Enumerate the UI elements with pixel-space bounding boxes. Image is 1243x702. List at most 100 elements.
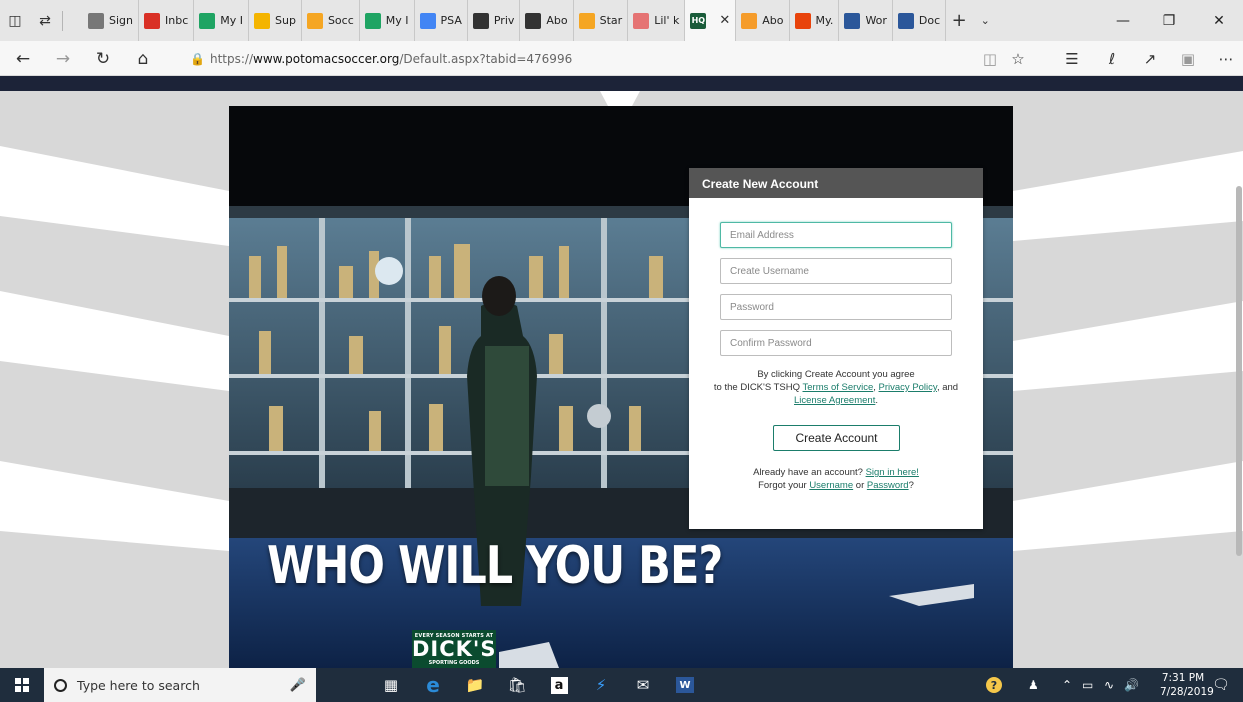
and-text: , and (936, 382, 959, 393)
set-aside-tabs-icon[interactable]: ⇄ (30, 0, 60, 41)
tab-strip-separator (62, 10, 63, 31)
microphone-icon[interactable]: 🎤 (290, 678, 306, 693)
tab-dropdown-icon[interactable]: ⌄ (972, 0, 998, 41)
restore-window-icon[interactable]: ❐ (1146, 0, 1192, 41)
more-icon[interactable]: ⋯ (1210, 41, 1242, 76)
browser-tab[interactable]: Sign (83, 0, 139, 41)
browser-tab[interactable]: Abo (736, 0, 790, 41)
tab-label: Wor (865, 14, 887, 27)
hero-headline: WHO WILL YOU BE? (267, 536, 723, 596)
docs-icon (419, 12, 436, 29)
gmail-icon (144, 12, 160, 29)
url-scheme: https:// (210, 51, 254, 66)
privacy-link[interactable]: Privacy Policy (879, 382, 937, 393)
cortana-icon (54, 678, 67, 692)
browser-tab[interactable]: Abo (520, 0, 574, 41)
extension-icon[interactable]: ▣ (1172, 41, 1204, 76)
page-icon (88, 12, 104, 29)
tab-label: My I (220, 14, 243, 27)
close-window-icon[interactable]: ✕ (1196, 0, 1242, 41)
amazon-icon[interactable]: a (540, 668, 578, 702)
search-placeholder: Type here to search (77, 677, 200, 693)
url-host: www.potomacsoccer.org (253, 51, 400, 66)
taskbar-search[interactable]: Type here to search 🎤 (44, 668, 316, 702)
license-link[interactable]: License Agreement (794, 395, 875, 406)
file-explorer-icon[interactable]: 📁 (456, 668, 494, 702)
tab-label: Lil' k (654, 14, 680, 27)
start-button[interactable] (0, 668, 44, 702)
ball-icon (525, 12, 542, 29)
account-links: Already have an account? Sign in here! F… (753, 467, 919, 491)
terms-link[interactable]: Terms of Service (803, 382, 874, 393)
refresh-icon[interactable]: ↻ (86, 41, 120, 76)
folder-icon (254, 12, 270, 29)
agree-line-1: By clicking Create Account you agree (757, 369, 915, 380)
store-icon[interactable]: 🛍 (498, 668, 536, 702)
forgot-password-link[interactable]: Password (867, 480, 909, 491)
favorite-star-icon[interactable]: ☆ (1002, 41, 1034, 76)
close-tab-icon[interactable]: ✕ (719, 13, 730, 28)
help-glyph: ? (986, 677, 1002, 693)
page-scrollbar[interactable] (1236, 186, 1242, 556)
windows-taskbar: Type here to search 🎤 (0, 668, 1243, 702)
drive-icon (364, 12, 381, 29)
battery-icon[interactable]: ▭ (1082, 668, 1093, 702)
email-field[interactable] (720, 222, 952, 248)
ball-icon (472, 12, 489, 29)
back-icon[interactable]: ← (6, 41, 40, 76)
action-center-icon[interactable]: 🗨 (1212, 668, 1230, 702)
share-icon[interactable]: ↗ (1134, 41, 1166, 76)
tab-list: Sign Inbc My I Sup Socc My I PSA Priv Abo Star Lil… (83, 0, 947, 41)
edge-icon[interactable]: e (414, 668, 452, 702)
tab-label: Socc (327, 14, 354, 27)
browser-tab[interactable]: PSA (415, 0, 468, 41)
browser-tab[interactable]: Inbc (139, 0, 195, 41)
tab-preview-icon[interactable]: ◫ (0, 0, 30, 41)
username-field[interactable] (720, 258, 952, 284)
taskbar-clock[interactable]: 7:31 PM 7/28/2019 (1160, 671, 1214, 699)
address-bar[interactable]: 🔒 https://www.potomacsoccer.org/Default.… (190, 47, 1006, 70)
word-letter: W (676, 677, 694, 693)
browser-tab[interactable]: Socc (302, 0, 360, 41)
create-account-button[interactable]: Create Account (773, 425, 900, 451)
confirm-password-field[interactable] (720, 330, 952, 356)
minimize-window-icon[interactable]: — (1100, 0, 1146, 41)
browser-tab[interactable]: Doc (893, 0, 947, 41)
browser-tab[interactable]: Star (574, 0, 629, 41)
browser-tab[interactable]: HQ ✕ (685, 0, 737, 41)
help-icon[interactable]: ? (986, 668, 1002, 702)
tab-label: My I (385, 14, 409, 27)
show-hidden-icons-icon[interactable]: ⌃ (1062, 668, 1072, 702)
word-icon (844, 12, 861, 29)
browser-tab[interactable]: My I (194, 0, 249, 41)
browser-tab[interactable]: Sup (249, 0, 302, 41)
wifi-icon[interactable]: ∿ (1104, 668, 1114, 702)
word-icon (897, 12, 914, 29)
browser-tab-strip: ◫ ⇄ Sign Inbc My I Sup Socc My I PSA Priv Abo Sta… (0, 0, 1243, 41)
tab-label: Sign (109, 14, 133, 27)
forgot-username-link[interactable]: Username (809, 480, 853, 491)
pen-icon[interactable]: ℓ (1096, 41, 1128, 76)
circle-icon (741, 12, 758, 29)
browser-tab[interactable]: My. (790, 0, 840, 41)
browser-tab[interactable]: My I (360, 0, 415, 41)
browser-tab[interactable]: Wor (839, 0, 893, 41)
people-icon[interactable]: ♟ (1028, 668, 1039, 702)
favorites-hub-icon[interactable]: ☰ (1056, 41, 1088, 76)
password-field[interactable] (720, 294, 952, 320)
forward-icon[interactable]: → (46, 41, 80, 76)
volume-icon[interactable]: 🔊 (1124, 668, 1139, 702)
mail-icon[interactable]: ✉ (624, 668, 662, 702)
home-icon[interactable]: ⌂ (126, 41, 160, 76)
lightning-app-icon[interactable]: ⚡ (582, 668, 620, 702)
tab-label: Inbc (165, 14, 189, 27)
star-icon (578, 12, 595, 29)
tab-label: Priv (493, 14, 515, 27)
task-view-icon[interactable]: ▦ (372, 668, 410, 702)
office-icon (794, 12, 811, 29)
word-app-icon[interactable]: W (666, 668, 704, 702)
browser-tab[interactable]: Lil' k (628, 0, 686, 41)
new-tab-icon[interactable]: + (946, 0, 972, 41)
sign-in-link[interactable]: Sign in here! (866, 467, 919, 478)
browser-tab[interactable]: Priv (468, 0, 521, 41)
